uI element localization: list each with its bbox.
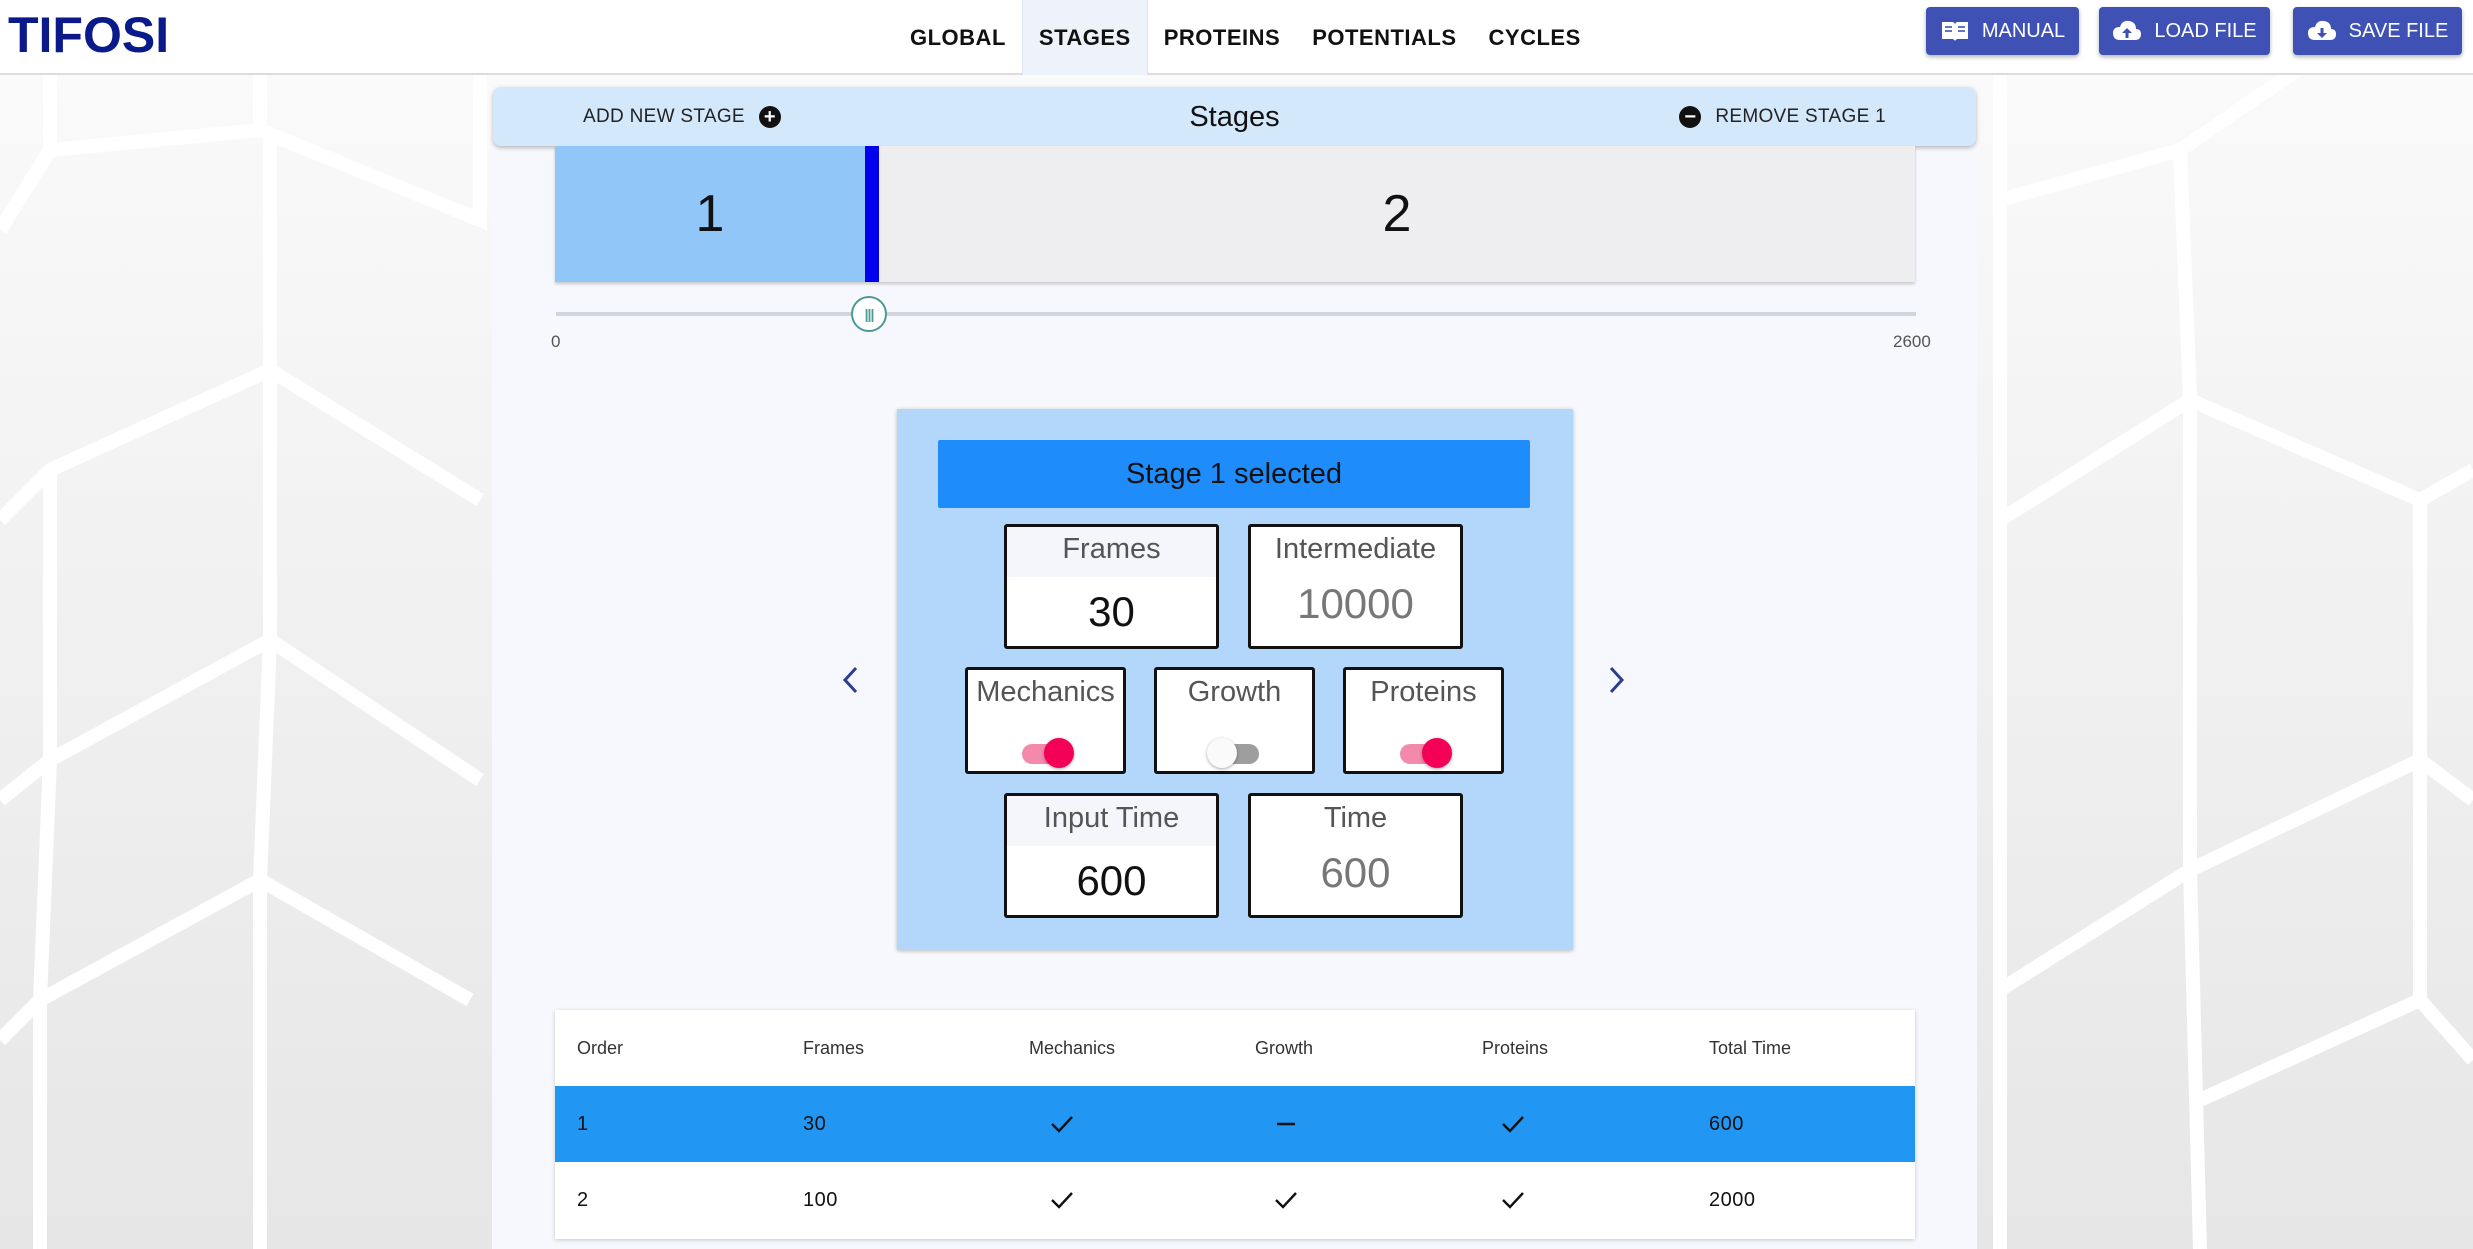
time-label: Time <box>1323 802 1388 834</box>
growth-label: Growth <box>1187 676 1282 708</box>
tab-proteins[interactable]: PROTEINS <box>1148 0 1296 75</box>
header-total-time: Total Time <box>1709 1037 1792 1058</box>
stage-block-2[interactable]: 2 <box>879 146 1915 282</box>
manual-label: MANUAL <box>1981 19 2066 42</box>
table-header-row: Order Frames Mechanics Growth Proteins T… <box>555 1010 1915 1086</box>
save-file-button[interactable]: SAVE FILE <box>2293 7 2462 55</box>
stages-toolbar: ADD NEW STAGE + Stages − REMOVE STAGE 1 <box>493 87 1976 146</box>
save-file-label: SAVE FILE <box>2348 19 2449 42</box>
cloud-download-icon <box>2307 20 2336 40</box>
intermediate-label: Intermediate <box>1274 533 1437 565</box>
growth-field: Growth <box>1154 667 1315 774</box>
chevron-right-icon <box>1609 666 1625 694</box>
row-frames: 100 <box>803 1188 838 1211</box>
proteins-toggle[interactable] <box>1396 734 1452 770</box>
mechanics-toggle-knob <box>1043 738 1074 768</box>
slider-max-label: 2600 <box>1893 332 1931 351</box>
remove-stage-button[interactable]: − REMOVE STAGE 1 <box>1679 87 1886 146</box>
input-time-field[interactable]: Input Time 600 <box>1004 793 1219 918</box>
stage-selected-header: Stage 1 selected <box>938 440 1530 508</box>
row-total-time: 600 <box>1709 1112 1744 1135</box>
growth-toggle-knob <box>1206 738 1237 768</box>
header-frames: Frames <box>803 1037 865 1058</box>
row-frames: 30 <box>803 1112 827 1135</box>
tab-potentials[interactable]: POTENTIALS <box>1296 0 1472 75</box>
header-order: Order <box>577 1037 624 1058</box>
growth-check-icon <box>1273 1162 1299 1238</box>
table-row[interactable]: 1 30 600 <box>555 1086 1915 1162</box>
proteins-label: Proteins <box>1370 676 1477 708</box>
mechanics-check-icon <box>1049 1162 1075 1238</box>
time-slider-track[interactable] <box>556 312 1916 316</box>
next-stage-button[interactable] <box>1601 660 1631 700</box>
book-icon <box>1941 22 1968 41</box>
mechanics-check-icon <box>1049 1086 1075 1162</box>
app-logo[interactable]: TIFOSI <box>8 6 169 64</box>
row-total-time: 2000 <box>1709 1188 1756 1211</box>
intermediate-value: 10000 <box>1297 580 1414 627</box>
mechanics-toggle[interactable] <box>1018 734 1074 770</box>
mechanics-field: Mechanics <box>965 667 1126 774</box>
stage-detail-card: Stage 1 selected Frames 30 Intermediate … <box>897 409 1573 950</box>
stage-block-1[interactable]: 1 <box>555 146 865 282</box>
time-slider-thumb[interactable]: ||| <box>851 296 887 332</box>
cloud-upload-icon <box>2113 20 2142 40</box>
tab-stages[interactable]: STAGES <box>1021 0 1148 75</box>
growth-dash-icon <box>1273 1086 1299 1162</box>
row-order: 2 <box>577 1188 589 1211</box>
load-file-button[interactable]: LOAD FILE <box>2099 7 2270 55</box>
frames-field[interactable]: Frames 30 <box>1004 524 1219 649</box>
time-value: 600 <box>1320 849 1391 896</box>
proteins-check-icon <box>1500 1086 1526 1162</box>
input-time-value[interactable]: 600 <box>1007 857 1216 905</box>
table-row[interactable]: 2 100 2000 <box>555 1162 1915 1238</box>
frames-label: Frames <box>1007 527 1216 577</box>
proteins-toggle-knob <box>1421 738 1452 768</box>
stages-table: Order Frames Mechanics Growth Proteins T… <box>555 1010 1915 1239</box>
proteins-field: Proteins <box>1343 667 1504 774</box>
nav-tabs: GLOBAL STAGES PROTEINS POTENTIALS CYCLES <box>894 0 1597 75</box>
header-growth: Growth <box>1255 1037 1314 1058</box>
proteins-check-icon <box>1500 1162 1526 1238</box>
top-app-bar: TIFOSI GLOBAL STAGES PROTEINS POTENTIALS… <box>0 0 2473 75</box>
stage-divider-handle[interactable] <box>865 146 879 282</box>
tab-global[interactable]: GLOBAL <box>894 0 1022 75</box>
previous-stage-button[interactable] <box>836 660 866 700</box>
stage-timeline: 1 2 <box>555 146 1915 282</box>
remove-stage-label: REMOVE STAGE 1 <box>1715 105 1886 127</box>
manual-button[interactable]: MANUAL <box>1926 7 2079 55</box>
chevron-left-icon <box>842 666 858 694</box>
growth-toggle[interactable] <box>1206 734 1263 770</box>
time-field: Time 600 <box>1248 793 1463 918</box>
minus-circle-icon: − <box>1679 105 1702 128</box>
load-file-label: LOAD FILE <box>2154 19 2257 42</box>
input-time-label: Input Time <box>1007 796 1216 846</box>
header-mechanics: Mechanics <box>1029 1037 1116 1058</box>
intermediate-field: Intermediate 10000 <box>1248 524 1463 649</box>
frames-value[interactable]: 30 <box>1007 588 1216 636</box>
tab-cycles[interactable]: CYCLES <box>1473 0 1597 75</box>
slider-min-label: 0 <box>551 332 561 351</box>
header-proteins: Proteins <box>1482 1037 1549 1058</box>
row-order: 1 <box>577 1112 589 1135</box>
mechanics-label: Mechanics <box>976 676 1115 708</box>
